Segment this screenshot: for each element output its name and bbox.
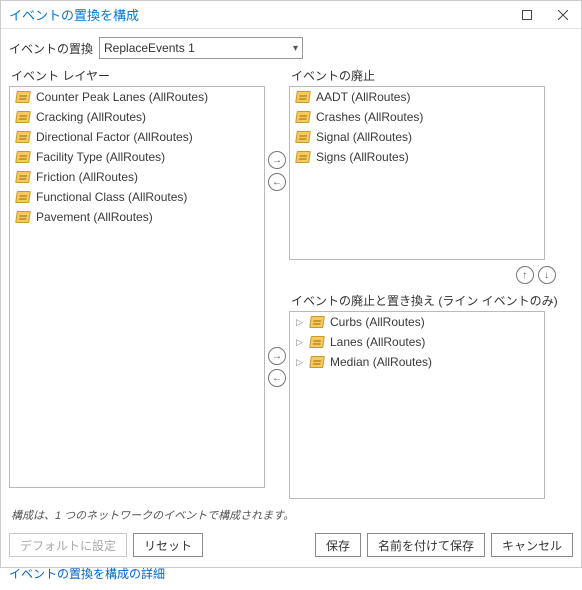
- move-right-top-button[interactable]: →: [268, 151, 286, 169]
- move-right-bottom-button[interactable]: →: [268, 347, 286, 365]
- list-item-label: Lanes (AllRoutes): [330, 335, 425, 349]
- arrow-left-icon: ←: [272, 373, 282, 384]
- list-item-label: Facility Type (AllRoutes): [36, 150, 165, 164]
- left-panel-header: イベント レイヤー: [11, 67, 265, 84]
- list-item[interactable]: Signal (AllRoutes): [290, 127, 544, 147]
- layer-icon: [15, 171, 31, 183]
- maximize-button[interactable]: [509, 1, 545, 29]
- list-item-label: AADT (AllRoutes): [316, 90, 410, 104]
- list-item[interactable]: ▷ Curbs (AllRoutes): [290, 312, 544, 332]
- move-left-top-button[interactable]: ←: [268, 173, 286, 191]
- titlebar: イベントの置換を構成: [1, 1, 581, 29]
- layer-icon: [309, 316, 325, 328]
- layer-icon: [295, 91, 311, 103]
- list-item-label: Signal (AllRoutes): [316, 130, 412, 144]
- list-item-label: Cracking (AllRoutes): [36, 110, 146, 124]
- event-layers-list[interactable]: Counter Peak Lanes (AllRoutes) Cracking …: [9, 86, 265, 488]
- list-item-label: Counter Peak Lanes (AllRoutes): [36, 90, 208, 104]
- save-as-button[interactable]: 名前を付けて保存: [367, 533, 485, 557]
- maximize-icon: [522, 10, 532, 20]
- list-item[interactable]: Pavement (AllRoutes): [10, 207, 264, 227]
- save-button[interactable]: 保存: [315, 533, 361, 557]
- list-item[interactable]: ▷ Median (AllRoutes): [290, 352, 544, 372]
- move-up-button[interactable]: ↑: [516, 266, 534, 284]
- retire-replace-list[interactable]: ▷ Curbs (AllRoutes) ▷ Lanes (AllRoutes) ▷ M…: [289, 311, 545, 499]
- list-item[interactable]: Counter Peak Lanes (AllRoutes): [10, 87, 264, 107]
- arrow-left-icon: ←: [272, 177, 282, 188]
- layer-icon: [15, 211, 31, 223]
- list-item-label: Pavement (AllRoutes): [36, 210, 153, 224]
- arrow-right-icon: →: [272, 155, 282, 166]
- arrow-down-icon: ↓: [544, 270, 549, 281]
- close-button[interactable]: [545, 1, 581, 29]
- arrow-up-icon: ↑: [522, 270, 527, 281]
- layer-icon: [15, 111, 31, 123]
- learn-more-link[interactable]: イベントの置換を構成の詳細: [1, 561, 581, 590]
- list-item[interactable]: AADT (AllRoutes): [290, 87, 544, 107]
- list-item[interactable]: Friction (AllRoutes): [10, 167, 264, 187]
- layer-icon: [15, 151, 31, 163]
- layer-icon: [309, 356, 325, 368]
- move-left-bottom-button[interactable]: ←: [268, 369, 286, 387]
- list-item[interactable]: Crashes (AllRoutes): [290, 107, 544, 127]
- layer-icon: [295, 111, 311, 123]
- list-item-label: Crashes (AllRoutes): [316, 110, 423, 124]
- retire-list[interactable]: AADT (AllRoutes) Crashes (AllRoutes) Sig…: [289, 86, 545, 260]
- layer-icon: [295, 131, 311, 143]
- list-item-label: Directional Factor (AllRoutes): [36, 130, 193, 144]
- expand-icon[interactable]: ▷: [296, 337, 304, 348]
- list-item-label: Median (AllRoutes): [330, 355, 432, 369]
- list-item-label: Functional Class (AllRoutes): [36, 190, 187, 204]
- list-item[interactable]: Directional Factor (AllRoutes): [10, 127, 264, 147]
- chevron-down-icon: ▾: [293, 43, 298, 54]
- list-item-label: Signs (AllRoutes): [316, 150, 409, 164]
- close-icon: [558, 10, 568, 20]
- cancel-button[interactable]: キャンセル: [491, 533, 573, 557]
- layer-icon: [15, 91, 31, 103]
- layer-icon: [309, 336, 325, 348]
- expand-icon[interactable]: ▷: [296, 317, 304, 328]
- reset-button[interactable]: リセット: [133, 533, 203, 557]
- list-item-label: Curbs (AllRoutes): [330, 315, 425, 329]
- replace-label: イベントの置換: [9, 40, 93, 57]
- layer-icon: [295, 151, 311, 163]
- list-item-label: Friction (AllRoutes): [36, 170, 138, 184]
- move-down-button[interactable]: ↓: [538, 266, 556, 284]
- list-item[interactable]: Signs (AllRoutes): [290, 147, 544, 167]
- default-button: デフォルトに設定: [9, 533, 127, 557]
- list-item[interactable]: Cracking (AllRoutes): [10, 107, 264, 127]
- layer-icon: [15, 191, 31, 203]
- expand-icon[interactable]: ▷: [296, 357, 304, 368]
- list-item[interactable]: Functional Class (AllRoutes): [10, 187, 264, 207]
- right-bot-header: イベントの廃止と置き換え (ライン イベントのみ): [291, 292, 558, 309]
- window-title: イベントの置換を構成: [9, 5, 509, 24]
- config-note: 構成は、1 つのネットワークのイベントで構成されます。: [11, 507, 573, 523]
- list-item[interactable]: Facility Type (AllRoutes): [10, 147, 264, 167]
- replace-select-value: ReplaceEvents 1: [104, 41, 293, 55]
- list-item[interactable]: ▷ Lanes (AllRoutes): [290, 332, 544, 352]
- right-top-header: イベントの廃止: [291, 67, 558, 84]
- layer-icon: [15, 131, 31, 143]
- replace-select[interactable]: ReplaceEvents 1 ▾: [99, 37, 303, 59]
- arrow-right-icon: →: [272, 351, 282, 362]
